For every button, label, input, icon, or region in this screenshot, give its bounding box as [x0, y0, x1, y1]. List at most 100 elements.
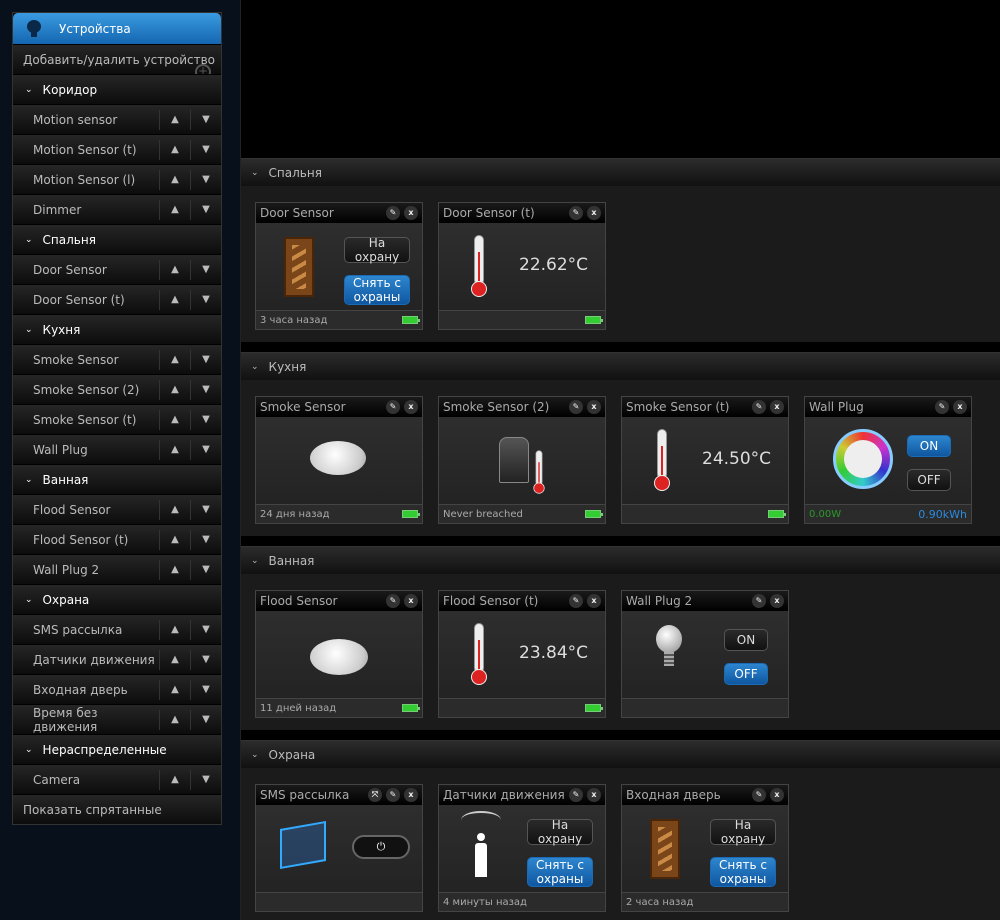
disarm-button[interactable]: Снять с охраны [527, 857, 593, 887]
disarm-button[interactable]: Снять с охраны [344, 275, 410, 305]
sidebar-item[interactable]: Door Sensor (t) ▲ ▼ [13, 284, 221, 314]
move-up-button[interactable]: ▲ [159, 109, 190, 130]
sidebar-header[interactable]: Устройства [13, 13, 221, 44]
settings-wrench-icon[interactable]: ✎ [752, 594, 766, 608]
move-up-button[interactable]: ▲ [159, 679, 190, 700]
sidebar-item[interactable]: Smoke Sensor ▲ ▼ [13, 344, 221, 374]
on-button[interactable]: ON [724, 629, 768, 651]
move-up-button[interactable]: ▲ [159, 529, 190, 550]
settings-wrench-icon[interactable]: ✎ [386, 594, 400, 608]
disarm-button[interactable]: Снять с охраны [710, 857, 776, 887]
close-icon[interactable]: x [404, 400, 418, 414]
sidebar-item[interactable]: Входная дверь ▲ ▼ [13, 674, 221, 704]
move-down-button[interactable]: ▼ [190, 649, 221, 670]
close-icon[interactable]: x [587, 594, 601, 608]
move-up-button[interactable]: ▲ [159, 409, 190, 430]
sidebar-item[interactable]: Door Sensor ▲ ▼ [13, 254, 221, 284]
sidebar-item[interactable]: Время без движения ▲ ▼ [13, 704, 221, 734]
move-down-button[interactable]: ▼ [190, 199, 221, 220]
arm-button[interactable]: На охрану [344, 236, 410, 264]
sidebar-group[interactable]: ⌄ Коридор [13, 74, 221, 104]
show-hidden-link[interactable]: Показать спрятанные [13, 794, 221, 824]
close-icon[interactable]: x [404, 788, 418, 802]
settings-wrench-icon[interactable]: ✎ [935, 400, 949, 414]
settings-wrench-icon[interactable]: ✎ [386, 400, 400, 414]
move-down-button[interactable]: ▼ [190, 769, 221, 790]
sidebar-group[interactable]: ⌄ Ванная [13, 464, 221, 494]
settings-wrench-icon[interactable]: ✎ [386, 206, 400, 220]
move-up-button[interactable]: ▲ [159, 289, 190, 310]
close-icon[interactable]: x [770, 594, 784, 608]
move-down-button[interactable]: ▼ [190, 409, 221, 430]
sidebar-item[interactable]: Smoke Sensor (t) ▲ ▼ [13, 404, 221, 434]
move-up-button[interactable]: ▲ [159, 619, 190, 640]
sidebar-item[interactable]: Motion Sensor (t) ▲ ▼ [13, 134, 221, 164]
move-down-button[interactable]: ▼ [190, 139, 221, 160]
close-icon[interactable]: x [587, 400, 601, 414]
move-up-button[interactable]: ▲ [159, 559, 190, 580]
expand-icon[interactable]: ⤧ [368, 788, 382, 802]
close-icon[interactable]: x [404, 594, 418, 608]
move-down-button[interactable]: ▼ [190, 349, 221, 370]
move-up-button[interactable]: ▲ [159, 499, 190, 520]
off-button[interactable]: OFF [724, 663, 768, 685]
move-up-button[interactable]: ▲ [159, 199, 190, 220]
settings-wrench-icon[interactable]: ✎ [386, 788, 400, 802]
sidebar-item[interactable]: Flood Sensor (t) ▲ ▼ [13, 524, 221, 554]
move-down-button[interactable]: ▼ [190, 259, 221, 280]
move-down-button[interactable]: ▼ [190, 529, 221, 550]
move-up-button[interactable]: ▲ [159, 439, 190, 460]
sidebar-item[interactable]: Motion Sensor (l) ▲ ▼ [13, 164, 221, 194]
close-icon[interactable]: x [404, 206, 418, 220]
move-up-button[interactable]: ▲ [159, 379, 190, 400]
settings-wrench-icon[interactable]: ✎ [569, 594, 583, 608]
close-icon[interactable]: x [587, 206, 601, 220]
on-button[interactable]: ON [907, 435, 951, 457]
move-up-button[interactable]: ▲ [159, 649, 190, 670]
move-up-button[interactable]: ▲ [159, 139, 190, 160]
move-down-button[interactable]: ▼ [190, 379, 221, 400]
move-down-button[interactable]: ▼ [190, 109, 221, 130]
move-down-button[interactable]: ▼ [190, 499, 221, 520]
sidebar-item[interactable]: Wall Plug 2 ▲ ▼ [13, 554, 221, 584]
move-up-button[interactable]: ▲ [159, 259, 190, 280]
sidebar-group[interactable]: ⌄ Нераспределенные [13, 734, 221, 764]
move-up-button[interactable]: ▲ [159, 709, 190, 730]
move-up-button[interactable]: ▲ [159, 169, 190, 190]
sidebar-group[interactable]: ⌄ Кухня [13, 314, 221, 344]
sidebar-item[interactable]: Camera ▲ ▼ [13, 764, 221, 794]
sidebar-item[interactable]: Flood Sensor ▲ ▼ [13, 494, 221, 524]
sidebar-group[interactable]: ⌄ Охрана [13, 584, 221, 614]
close-icon[interactable]: x [953, 400, 967, 414]
settings-wrench-icon[interactable]: ✎ [752, 788, 766, 802]
move-down-button[interactable]: ▼ [190, 169, 221, 190]
move-down-button[interactable]: ▼ [190, 289, 221, 310]
sidebar-item[interactable]: Wall Plug ▲ ▼ [13, 434, 221, 464]
move-up-button[interactable]: ▲ [159, 769, 190, 790]
sidebar-item[interactable]: Dimmer ▲ ▼ [13, 194, 221, 224]
section-header[interactable]: ⌄ Ванная [241, 546, 1000, 574]
settings-wrench-icon[interactable]: ✎ [569, 400, 583, 414]
move-down-button[interactable]: ▼ [190, 709, 221, 730]
sidebar-item[interactable]: Датчики движения ▲ ▼ [13, 644, 221, 674]
close-icon[interactable]: x [770, 400, 784, 414]
move-down-button[interactable]: ▼ [190, 679, 221, 700]
add-remove-device[interactable]: Добавить/удалить устройство + [13, 44, 221, 80]
sidebar-item[interactable]: SMS рассылка ▲ ▼ [13, 614, 221, 644]
sidebar-group[interactable]: ⌄ Спальня [13, 224, 221, 254]
section-header[interactable]: ⌄ Кухня [241, 352, 1000, 380]
move-down-button[interactable]: ▼ [190, 619, 221, 640]
settings-wrench-icon[interactable]: ✎ [569, 206, 583, 220]
settings-wrench-icon[interactable]: ✎ [569, 788, 583, 802]
move-down-button[interactable]: ▼ [190, 559, 221, 580]
sidebar-item[interactable]: Smoke Sensor (2) ▲ ▼ [13, 374, 221, 404]
close-icon[interactable]: x [587, 788, 601, 802]
power-toggle[interactable]: ⏻ [352, 835, 410, 859]
section-header[interactable]: ⌄ Охрана [241, 740, 1000, 768]
arm-button[interactable]: На охрану [710, 818, 776, 846]
move-down-button[interactable]: ▼ [190, 439, 221, 460]
off-button[interactable]: OFF [907, 469, 951, 491]
arm-button[interactable]: На охрану [527, 818, 593, 846]
close-icon[interactable]: x [770, 788, 784, 802]
settings-wrench-icon[interactable]: ✎ [752, 400, 766, 414]
